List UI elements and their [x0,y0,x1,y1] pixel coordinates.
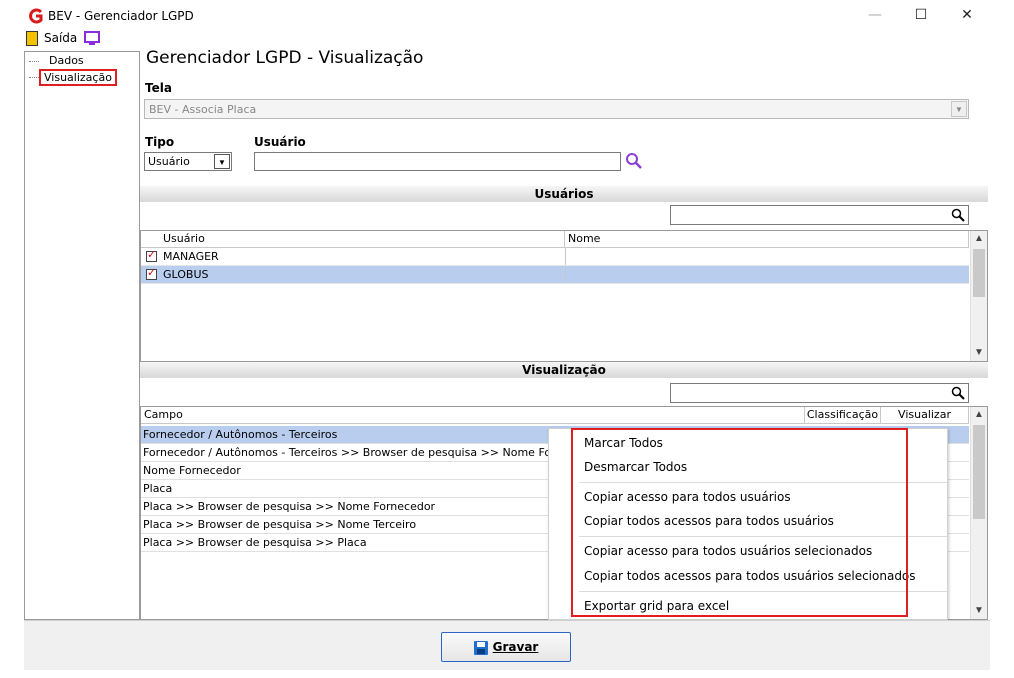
usuario-input[interactable] [254,152,621,171]
exit-door-icon[interactable] [26,31,38,46]
usuarios-scrollbar[interactable]: ▲ ▼ [970,231,987,361]
tree-item-dados[interactable]: Dados [46,54,87,67]
column-header-visualizar[interactable]: Visualizar [881,407,969,424]
floppy-disk-icon [473,640,488,655]
scroll-down-icon[interactable]: ▼ [971,345,987,361]
save-button[interactable]: Gravar [441,632,571,662]
row-checkbox[interactable] [146,248,157,262]
tela-value: BEV - Associa Placa [149,103,257,116]
column-header-nome[interactable]: Nome [565,231,969,248]
campo-cell: Placa >> Browser de pesquisa >> Nome For… [143,500,436,513]
scroll-thumb[interactable] [973,249,985,297]
usuarios-section-header: Usuários [140,186,988,202]
campo-cell: Placa >> Browser de pesquisa >> Placa [143,536,367,549]
context-menu-highlight [571,428,908,617]
usuario-label: Usuário [254,135,306,149]
save-button-label: Gravar [492,640,539,654]
navigation-tree: Dados Visualização [24,51,140,620]
close-button[interactable]: ✕ [944,0,990,30]
chevron-down-icon[interactable]: ▼ [214,154,230,169]
tipo-value: Usuário [148,155,190,168]
row-checkbox[interactable] [146,266,157,280]
page-title: Gerenciador LGPD - Visualização [146,48,424,68]
app-logo-icon [29,8,43,24]
tipo-select[interactable]: Usuário ▼ [144,152,232,171]
scroll-up-icon[interactable]: ▲ [971,231,987,247]
campo-cell: Nome Fornecedor [143,464,241,477]
tela-select[interactable]: BEV - Associa Placa ▼ [144,99,969,119]
exit-button[interactable]: Saída [44,31,77,45]
usuario-cell: GLOBUS [163,268,209,281]
table-row[interactable]: GLOBUS [141,266,969,284]
tree-connector [29,77,39,78]
scroll-up-icon[interactable]: ▲ [971,407,987,423]
column-header-campo[interactable]: Campo [141,407,805,424]
tela-label: Tela [145,81,172,95]
cell-divider [565,248,566,265]
search-icon[interactable] [951,208,965,222]
tree-connector [29,61,39,62]
window-title: BEV - Gerenciador LGPD [48,9,194,23]
visualizacao-section-header: Visualização [140,362,988,378]
minimize-button[interactable]: — [852,0,898,30]
monitor-icon[interactable] [84,31,100,46]
cell-divider [565,266,566,283]
scroll-thumb[interactable] [973,425,985,519]
visualizacao-search-input[interactable] [670,383,969,403]
visualizacao-scrollbar[interactable]: ▲ ▼ [970,407,987,619]
usuario-cell: MANAGER [163,250,219,263]
search-icon[interactable] [951,386,965,400]
usuarios-search-input[interactable] [670,205,969,225]
table-row[interactable]: MANAGER [141,248,969,266]
chevron-down-icon[interactable]: ▼ [951,101,967,117]
usuarios-grid: Usuário Nome MANAGER GLOBUS ▲ ▼ [140,230,988,362]
search-icon[interactable] [625,152,643,170]
campo-cell: Fornecedor / Autônomos - Terceiros >> Br… [143,446,601,459]
campo-cell: Fornecedor / Autônomos - Terceiros [143,428,338,441]
column-header-usuario[interactable]: Usuário [141,231,565,248]
tree-item-visualizacao[interactable]: Visualização [39,69,117,86]
tipo-label: Tipo [145,135,175,149]
column-header-classificacao[interactable]: Classificação [805,407,881,424]
campo-cell: Placa [143,482,173,495]
maximize-button[interactable]: ☐ [898,0,944,30]
campo-cell: Placa >> Browser de pesquisa >> Nome Ter… [143,518,417,531]
scroll-down-icon[interactable]: ▼ [971,603,987,619]
